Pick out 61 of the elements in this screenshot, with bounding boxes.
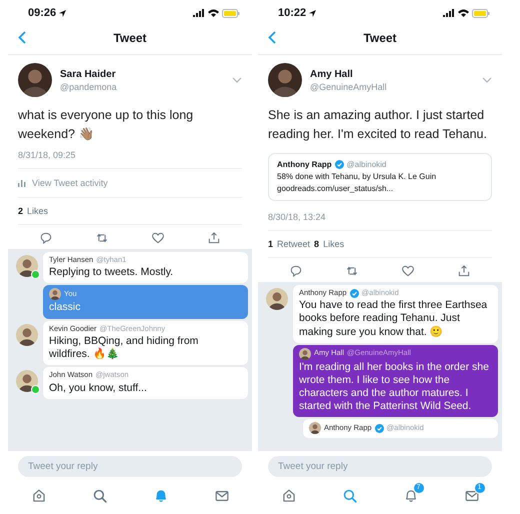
author-name: Amy Hall (310, 68, 354, 80)
quoted-tweet[interactable]: Anthony Rapp @albinokid 58% done with Tehanu, by Ursula K. Le Guin goodreads.com/user_status/sh... (268, 152, 492, 201)
heart-icon[interactable] (151, 230, 165, 245)
search-icon (92, 488, 108, 504)
reply-text: You have to read the first three Earthsea books before reading Tehanu. Just making sure you know that. 🙂 (299, 299, 488, 339)
share-icon[interactable] (207, 230, 221, 245)
avatar[interactable] (16, 324, 38, 346)
back-icon[interactable] (268, 31, 276, 44)
heart-icon[interactable] (401, 264, 415, 278)
status-time: 09:26 (28, 7, 56, 19)
stat-count: 8 (314, 238, 320, 249)
avatar[interactable] (268, 63, 302, 97)
reply-text: Replying to tweets. Mostly. (49, 266, 174, 280)
home-icon (30, 488, 46, 504)
quote-author-handle: @albinokid (346, 158, 386, 171)
stat-count: 2 (18, 206, 24, 216)
author-handle: @pandemona (60, 82, 118, 92)
tweet-timestamp: 8/31/18, 09:25 (18, 146, 242, 169)
reply-icon[interactable] (39, 230, 53, 245)
battery-icon (472, 8, 490, 18)
envelope-icon (214, 488, 230, 504)
screen-title: Tweet (363, 30, 397, 44)
wifi-icon (208, 9, 219, 17)
quote-author-name: Anthony Rapp (277, 158, 332, 171)
tweet-timestamp: 8/30/18, 13:24 (268, 208, 492, 231)
stat-count: 1 (268, 238, 274, 249)
stat-label: Retweet (277, 238, 310, 249)
location-arrow-icon (309, 10, 316, 16)
status-time: 10:22 (278, 7, 306, 19)
wifi-icon (458, 9, 469, 17)
avatar[interactable] (309, 422, 321, 434)
reply-field[interactable]: Tweet your reply (18, 456, 242, 477)
share-icon[interactable] (457, 264, 471, 278)
reply-icon[interactable] (289, 264, 303, 278)
search-icon (342, 488, 358, 504)
location-arrow-icon (59, 10, 66, 16)
author-handle: @GenuineAmyHall (310, 82, 388, 92)
signal-icon (443, 9, 455, 17)
quote-link: goodreads.com/user_status/sh... (277, 182, 394, 195)
bar-chart-icon (18, 178, 26, 187)
reply-field[interactable]: Tweet your reply (268, 456, 492, 477)
author-name: Sara Haider (60, 68, 117, 80)
tweet-text: what is everyone up to this long weekend? 👋🏽 (18, 107, 194, 144)
reply-text: I'm reading all her books in the order she wrote them. I like to see how the characters and the author matures. I started with the Patterinst Wild Seed. (299, 360, 490, 414)
battery-icon (222, 8, 240, 18)
avatar[interactable] (18, 63, 52, 97)
quote-text: 58% done with Tehanu, by Ursula K. Le Guin (277, 170, 438, 183)
tweet-text: She is an amazing author. I just started reading her. I'm excited to read Tehanu. (268, 107, 488, 144)
envelope-icon (464, 488, 480, 504)
reply-text: Hiking, BBQing, and hiding from wildfires. 🔥🎄 (49, 335, 200, 362)
avatar[interactable] (16, 370, 38, 392)
screen-title: Tweet (113, 30, 147, 44)
back-icon[interactable] (18, 31, 26, 44)
avatar[interactable] (16, 254, 38, 277)
reply-text: Oh, you know, stuff... (49, 382, 148, 395)
home-icon (280, 488, 296, 504)
stat-label: Likes (323, 238, 344, 249)
reply-text: classic (49, 301, 82, 314)
stat-label: Likes (27, 206, 48, 216)
avatar[interactable] (266, 288, 288, 310)
signal-icon (193, 9, 205, 17)
